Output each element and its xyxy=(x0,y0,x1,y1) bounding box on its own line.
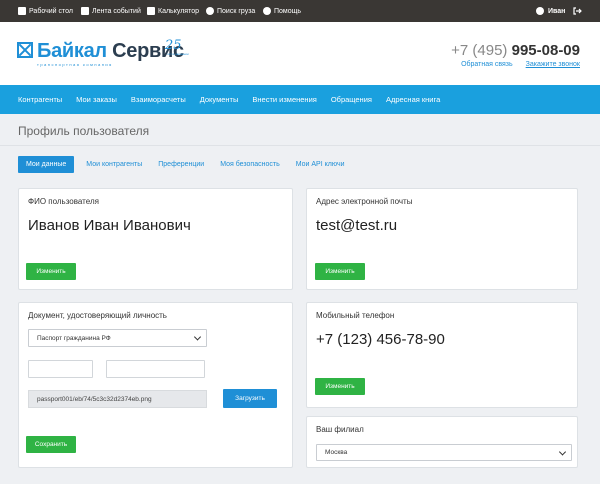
email-card: Адрес электронной почты test@test.ru Изм… xyxy=(306,188,578,290)
page-title: Профиль пользователя xyxy=(18,124,150,138)
mobile-phone-value: +7 (123) 456-78-90 xyxy=(316,331,445,348)
feedback-link[interactable]: Обратная связь xyxy=(461,61,513,68)
document-save-button[interactable]: Сохранить xyxy=(26,436,76,453)
tab-my-counterparties[interactable]: Мои контрагенты xyxy=(86,161,142,168)
help-icon xyxy=(263,7,271,15)
tab-api-keys[interactable]: Мои API ключи xyxy=(296,161,345,168)
topbar-calculator-label: Калькулятор xyxy=(158,7,199,15)
user-menu[interactable]: Иван xyxy=(536,0,565,22)
nav-item-settlements[interactable]: Взаиморасчеты xyxy=(131,95,186,104)
tab-security[interactable]: Моя безопасность xyxy=(220,161,280,168)
nav-item-documents[interactable]: Документы xyxy=(200,95,239,104)
email-edit-button[interactable]: Изменить xyxy=(315,263,365,280)
email-label: Адрес электронной почты xyxy=(316,197,413,206)
top-bar: Рабочий стол Лента событий Калькулятор П… xyxy=(0,0,600,22)
branch-value: Москва xyxy=(325,449,348,456)
logo-years: 25 xyxy=(165,38,182,53)
logo-years-caption: лет в движении xyxy=(167,52,189,56)
fio-label: ФИО пользователя xyxy=(28,197,99,206)
nav-item-changes[interactable]: Внести изменения xyxy=(252,95,316,104)
logo-word-1: Байкал xyxy=(37,40,107,62)
desktop-icon xyxy=(18,7,26,15)
nav-item-orders[interactable]: Мои заказы xyxy=(76,95,117,104)
document-type-select[interactable]: Паспорт гражданина РФ xyxy=(28,329,207,347)
user-icon xyxy=(536,7,544,15)
passport-number-input[interactable] xyxy=(106,360,205,378)
chevron-down-icon xyxy=(193,333,202,341)
user-name: Иван xyxy=(548,7,566,15)
calculator-icon xyxy=(147,7,155,15)
feed-icon xyxy=(81,7,89,15)
topbar-help-link[interactable]: Помощь xyxy=(263,0,301,22)
uploaded-file-field: passport001/eb/74/5c3c32d2374eb.png xyxy=(28,390,207,408)
topbar-cargo-search-link[interactable]: Поиск груза xyxy=(206,0,255,22)
nav-item-address-book[interactable]: Адресная книга xyxy=(386,95,440,104)
company-logo[interactable]: Байкал Сервис транспортная компания 25 л… xyxy=(17,38,189,67)
tab-my-data[interactable]: Мои данные xyxy=(18,156,75,173)
title-divider xyxy=(0,145,600,146)
nav-item-requests[interactable]: Обращения xyxy=(331,95,372,104)
topbar-events-label: Лента событий xyxy=(92,7,141,15)
main-nav: Контрагенты Мои заказы Взаиморасчеты Док… xyxy=(0,85,600,114)
fio-edit-button[interactable]: Изменить xyxy=(26,263,76,280)
topbar-help-label: Помощь xyxy=(274,7,302,15)
topbar-calculator-link[interactable]: Калькулятор xyxy=(147,0,199,22)
callback-link[interactable]: Закажите звонок xyxy=(526,61,580,68)
email-value: test@test.ru xyxy=(316,217,398,234)
uploaded-file-name: passport001/eb/74/5c3c32d2374eb.png xyxy=(37,395,152,403)
phone-prefix: +7 (495) xyxy=(451,42,508,59)
topbar-cargo-search-label: Поиск груза xyxy=(217,7,256,15)
branch-label: Ваш филиал xyxy=(316,425,364,434)
logout-icon xyxy=(573,7,582,15)
nav-item-counterparties[interactable]: Контрагенты xyxy=(18,95,62,104)
mobile-phone-card: Мобильный телефон +7 (123) 456-78-90 Изм… xyxy=(306,302,578,408)
logout-button[interactable] xyxy=(573,0,582,22)
topbar-events-link[interactable]: Лента событий xyxy=(81,0,141,22)
fio-value: Иванов Иван Иванович xyxy=(28,217,191,234)
tab-preferences[interactable]: Преференции xyxy=(158,161,204,168)
upload-button[interactable]: Загрузить xyxy=(223,389,277,408)
topbar-desktop-link[interactable]: Рабочий стол xyxy=(18,0,73,22)
search-icon xyxy=(206,7,214,15)
topbar-desktop-label: Рабочий стол xyxy=(29,7,73,15)
branch-select[interactable]: Москва xyxy=(316,444,572,461)
phone-number: 995-08-09 xyxy=(511,42,580,59)
document-type-value: Паспорт гражданина РФ xyxy=(37,334,111,342)
site-header: Байкал Сервис транспортная компания 25 л… xyxy=(0,22,600,85)
mobile-phone-label: Мобильный телефон xyxy=(316,311,395,320)
contact-phone: +7 (495) 995-08-09 xyxy=(451,42,580,59)
fio-card: ФИО пользователя Иванов Иван Иванович Из… xyxy=(18,188,293,290)
logo-mark-icon xyxy=(17,42,33,58)
document-card: Документ, удостоверяющий личность Паспор… xyxy=(18,302,293,468)
chevron-down-icon xyxy=(558,447,567,456)
branch-card: Ваш филиал Москва xyxy=(306,416,578,468)
profile-tabs: Мои данные Мои контрагенты Преференции М… xyxy=(18,156,361,173)
passport-series-input[interactable] xyxy=(28,360,93,378)
contact-links: Обратная связь Закажите звонок xyxy=(461,61,580,68)
phone-edit-button[interactable]: Изменить xyxy=(315,378,365,395)
logo-subtitle: транспортная компания xyxy=(37,62,113,67)
document-label: Документ, удостоверяющий личность xyxy=(28,311,167,320)
